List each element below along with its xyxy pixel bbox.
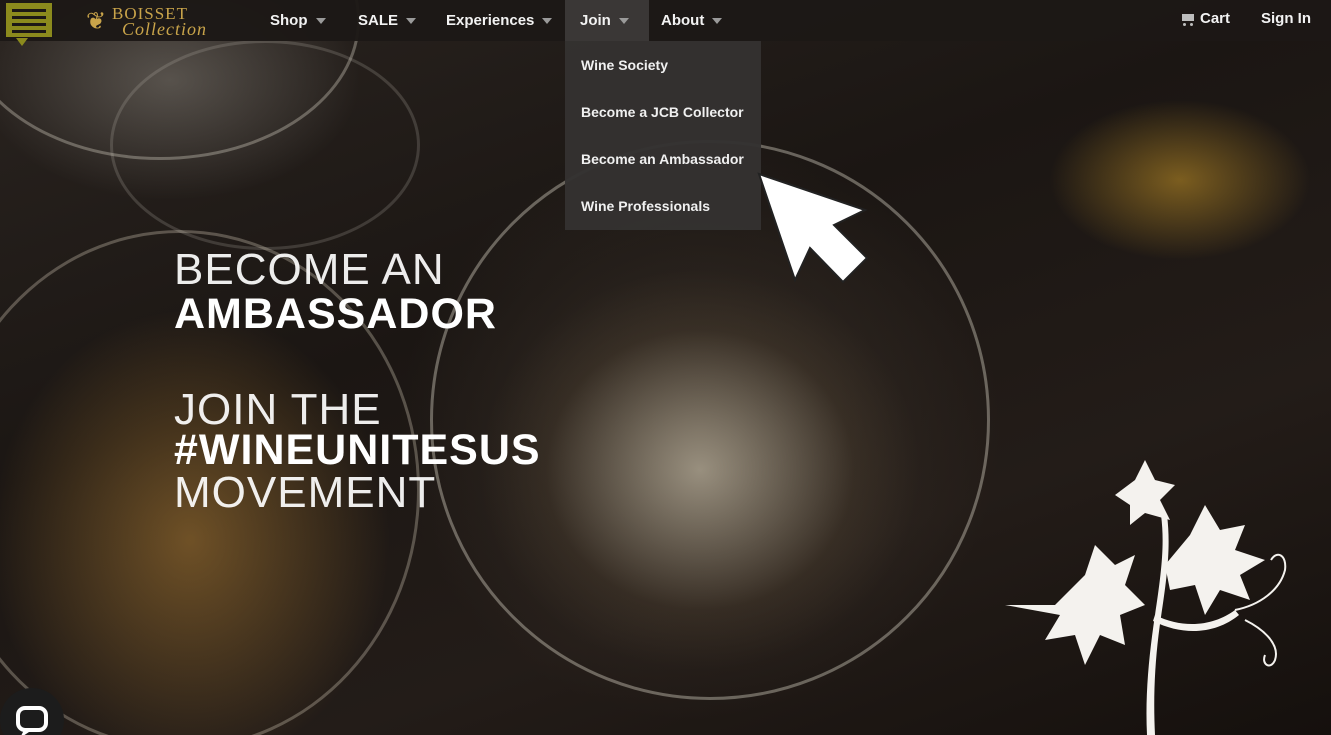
nav-item-label: About [661,11,705,29]
nav-item-label: SALE [358,11,399,29]
cursor-arrow-icon [757,172,869,284]
dropdown-item-wine-society[interactable]: Wine Society [581,57,668,73]
sign-in-link[interactable]: Sign In [1261,0,1311,38]
dropdown-item-ambassador[interactable]: Become an Ambassador [581,151,744,167]
nav-item-label: Join [580,11,611,29]
nav-item-sale[interactable]: SALE [358,0,417,41]
nav-item-label: Experiences [446,11,535,29]
chevron-down-icon [542,17,553,24]
brand-logo[interactable]: ❦ BOISSET Collection [86,3,246,39]
hero-line-become-an: BECOME AN [174,245,445,294]
cart-link[interactable]: Cart [1180,0,1230,38]
cart-label: Cart [1200,10,1231,27]
hero-line-ambassador: AMBASSADOR [174,290,497,338]
nav-item-shop[interactable]: Shop [270,0,326,41]
chevron-down-icon [406,17,417,24]
top-nav-bar: ❦ BOISSET Collection Shop SALE Experienc… [0,0,1331,46]
grape-cluster-icon: ❦ [86,8,107,35]
nav-item-label: Shop [270,11,308,29]
shopping-cart-icon [1180,13,1196,26]
chevron-down-icon [315,17,326,24]
nav-item-join[interactable]: Join [565,0,649,41]
hero-line-movement: MOVEMENT [174,468,437,517]
glass-rim [110,40,420,250]
nav-item-about[interactable]: About [661,0,723,41]
grapevine-illustration [1005,460,1287,735]
nav-item-experiences[interactable]: Experiences [446,0,553,41]
chat-bubble-icon [16,706,48,735]
logo-line2: Collection [122,19,207,39]
chevron-down-icon [712,17,723,24]
chat-widget-button[interactable] [0,688,64,735]
dropdown-item-jcb-collector[interactable]: Become a JCB Collector [581,104,744,120]
join-dropdown-menu: Wine Society Become a JCB Collector Beco… [565,41,761,230]
hamburger-menu-icon[interactable] [4,1,54,46]
dropdown-item-wine-professionals[interactable]: Wine Professionals [581,198,710,214]
chevron-down-icon [618,17,629,24]
